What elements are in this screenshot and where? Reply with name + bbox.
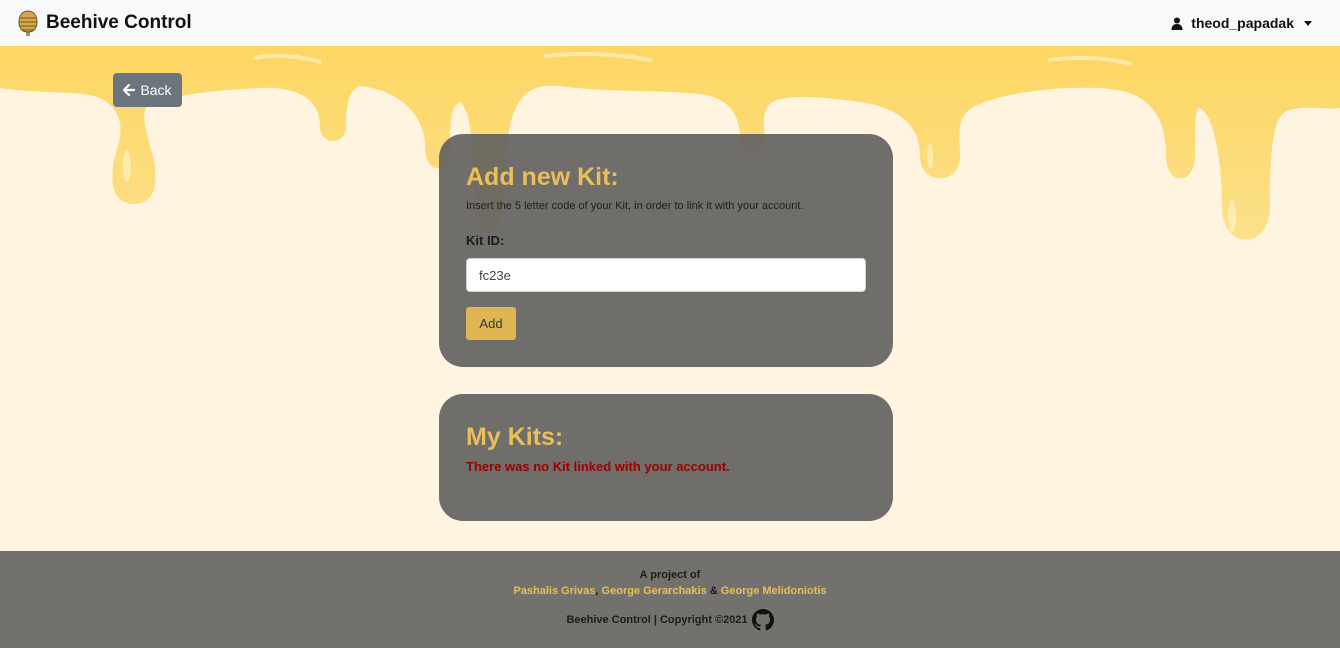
footer-authors: Pashalis Grivas, George Gerarchakis & Ge… [0, 585, 1340, 597]
user-dropdown[interactable]: theod_papadak [1171, 15, 1312, 31]
navbar: Beehive Control theod_papadak [0, 0, 1340, 46]
footer: A project of Pashalis Grivas, George Ger… [0, 551, 1340, 648]
user-icon [1171, 17, 1183, 30]
beehive-logo-icon [18, 10, 38, 36]
github-icon[interactable] [751, 609, 774, 631]
back-button-label: Back [140, 82, 172, 98]
add-kit-title: Add new Kit: [466, 163, 619, 191]
add-kit-card: Add new Kit: Insert the 5 letter code of… [439, 134, 893, 367]
author-link-melidoniotis[interactable]: George Melidoniotis [721, 585, 827, 597]
add-kit-instructions: Insert the 5 letter code of your Kit, in… [466, 200, 804, 212]
footer-intro: A project of [639, 569, 701, 581]
arrow-left-icon [123, 84, 136, 96]
brand-link[interactable]: Beehive Control [16, 10, 192, 36]
kit-id-label: Kit ID: [466, 233, 505, 248]
my-kits-card: My Kits: There was no Kit linked with yo… [439, 394, 893, 521]
brand-name: Beehive Control [46, 12, 192, 33]
copyright-text: Beehive Control | Copyright ©2021 [566, 614, 748, 626]
caret-down-icon [1304, 20, 1312, 26]
author-separator: , [595, 585, 599, 597]
back-button[interactable]: Back [113, 73, 182, 107]
author-separator: & [709, 585, 718, 597]
add-kit-button[interactable]: Add [466, 307, 516, 340]
no-kits-message: There was no Kit linked with your accoun… [466, 459, 730, 474]
my-kits-title: My Kits: [466, 423, 564, 451]
author-link-gerarchakis[interactable]: George Gerarchakis [602, 585, 707, 597]
footer-copyright-row: Beehive Control | Copyright ©2021 [0, 609, 1340, 631]
author-link-grivas[interactable]: Pashalis Grivas [513, 585, 595, 597]
username: theod_papadak [1191, 15, 1294, 31]
kit-id-input[interactable] [466, 258, 866, 292]
